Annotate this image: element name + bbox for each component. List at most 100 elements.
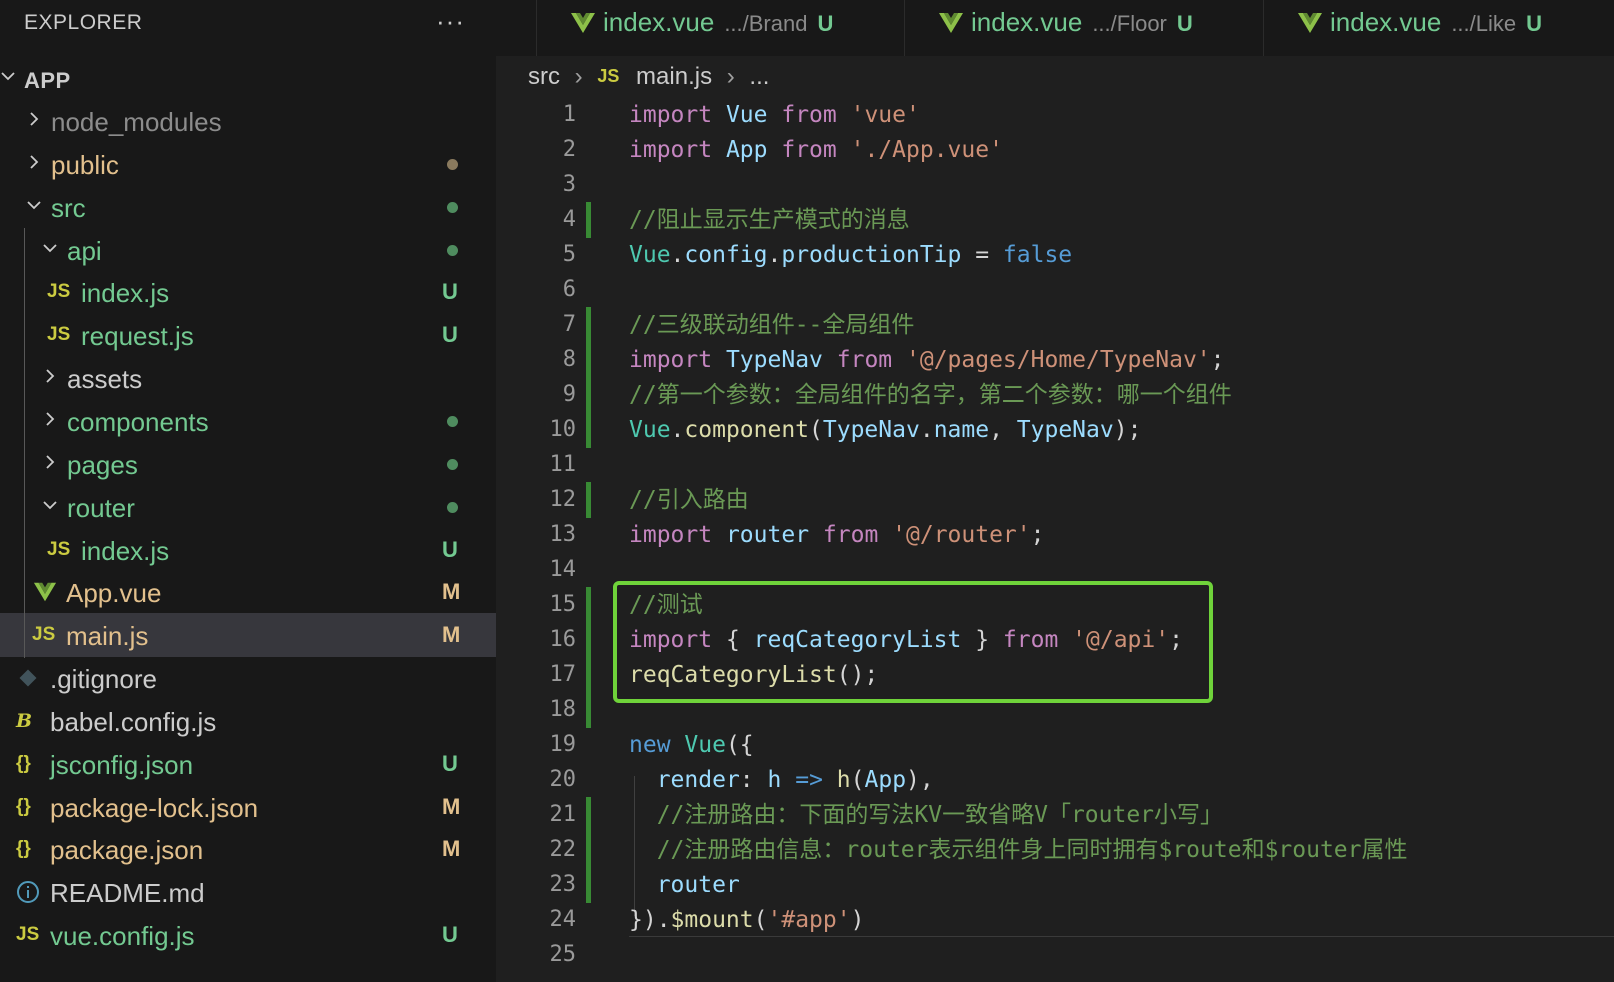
breadcrumb-folder[interactable]: src [528,63,560,91]
code-line[interactable]: //引入路由 [629,482,749,518]
file-package-lock-json[interactable]: {} package-lock.json M [0,785,496,829]
code-token: //阻止显示生产模式的消息 [629,207,910,233]
editor-tab[interactable]: index.vue .../Brand U [536,0,904,56]
file-jsconfig-json[interactable]: {} jsconfig.json U [0,742,496,786]
more-actions-icon[interactable]: ··· [436,6,465,37]
vue-file-icon [1297,10,1323,36]
line-number: 20 [549,767,577,792]
chevron-right-icon [40,366,60,386]
tree-item-label: src [51,192,86,223]
code-line[interactable]: //第一个参数：全局组件的名字，第二个参数：哪一个组件 [629,377,1232,413]
code-token: from [836,347,893,373]
file-request-js[interactable]: JS request.js U [0,313,496,357]
file-gitignore[interactable]: .gitignore [0,656,496,700]
code-line[interactable]: //注册路由信息：router表示组件身上同时拥有$route和$router属… [629,832,1408,868]
folder-components[interactable]: components [0,399,496,443]
git-change-bar[interactable] [586,797,591,903]
tree-item-label: .gitignore [50,664,157,695]
code-token: productionTip [781,242,962,268]
code-token: Vue [629,242,671,268]
line-number: 22 [549,837,577,862]
code-line[interactable]: Vue.config.productionTip = false [629,237,1072,273]
code-token: h [836,767,851,793]
line-number: 17 [549,662,577,687]
git-status-dot [447,415,458,427]
code-line[interactable]: //阻止显示生产模式的消息 [629,202,910,238]
breadcrumb-file[interactable]: main.js [636,63,712,91]
tree-item-label: request.js [81,321,194,352]
code-token: 'vue' [850,102,920,128]
tab-path: .../Brand [724,11,808,36]
tree-item-label: index.js [81,535,170,566]
code-line[interactable]: import router from '@/router'; [629,517,1045,553]
file-readme-md[interactable]: README.md [0,870,496,914]
code-line[interactable]: new Vue({ [629,727,754,763]
code-line[interactable]: import App from './App.vue' [629,132,1003,168]
tree-item-label: api [67,235,102,266]
git-status-badge: U [442,536,458,562]
code-line[interactable]: import Vue from 'vue' [629,97,920,133]
git-change-bar[interactable] [586,587,591,728]
code-line[interactable]: render: h => h(App), [629,762,934,798]
code-token: Vue [725,102,768,128]
git-change-bar[interactable] [586,307,591,448]
code-token: => [795,767,823,793]
file-package-json[interactable]: {} package.json M [0,827,496,871]
code-token: config [684,242,768,268]
folder-node-modules[interactable]: node_modules [0,99,496,143]
tree-item-label: babel.config.js [50,706,217,737]
line-number: 7 [562,312,576,337]
tree-item-label: package-lock.json [50,792,259,823]
code-token: '#app' [767,907,851,933]
code-line[interactable]: router [629,867,740,903]
folder-src[interactable]: src [0,185,496,229]
breadcrumb-symbols[interactable]: ... [749,63,769,91]
code-token: ( [753,907,768,933]
file-index-js[interactable]: JS index.js U [0,528,496,572]
breadcrumb-chevron-icon: › [574,62,583,90]
code-line[interactable]: Vue.component(TypeNav.name, TypeNav); [629,412,1141,448]
file-vue-config-js[interactable]: JS vue.config.js U [0,913,496,957]
code-line[interactable]: }).$mount('#app') [629,902,864,938]
code-token: //注册路由信息：router表示组件身上同时拥有$route和$router属… [656,837,1408,863]
code-token: ) [850,907,865,933]
explorer-root-app[interactable]: APP [0,56,496,100]
code-line[interactable]: //三级联动组件--全局组件 [629,307,914,343]
file-index-js[interactable]: JS index.js U [0,270,496,314]
file-babel-config-js[interactable]: Bbabel.config.js [0,699,496,743]
folder-router[interactable]: router [0,485,496,529]
json-file-icon: {} [16,838,31,860]
code-token: }). [629,907,671,933]
folder-pages[interactable]: pages [0,442,496,486]
code-token: h [767,767,782,793]
folder-api[interactable]: api [0,228,496,272]
code-token: . [670,417,685,443]
code-line[interactable]: import TypeNav from '@/pages/Home/TypeNa… [629,342,1225,378]
git-change-bar[interactable] [586,482,591,518]
git-status-badge: U [442,322,458,348]
line-number: 15 [549,592,577,617]
code-token: . [919,417,934,443]
git-status-dot [447,458,458,470]
tab-filename: index.vue [971,7,1083,37]
folder-public[interactable]: public [0,142,496,186]
folder-assets[interactable]: assets [0,356,496,400]
line-number: 1 [562,102,576,127]
line-number: 8 [562,347,576,372]
code-line[interactable]: //注册路由：下面的写法KV一致省略V「router小写」 [629,797,1223,833]
code-token: $mount [670,907,754,933]
editor-tab[interactable]: index.vue .../Floor U [904,0,1263,56]
code-editor[interactable]: src › JS main.js › ... 1 import Vue from … [496,56,1614,982]
file-main-js[interactable]: JS main.js M [0,613,496,658]
code-token: render [656,767,740,793]
editor-tab[interactable]: index.vue .../Like U [1263,0,1614,56]
line-number: 12 [549,487,577,512]
git-change-bar[interactable] [586,202,591,238]
file-app-vue[interactable]: App.vue M [0,570,496,614]
vue-file-icon [32,580,58,604]
